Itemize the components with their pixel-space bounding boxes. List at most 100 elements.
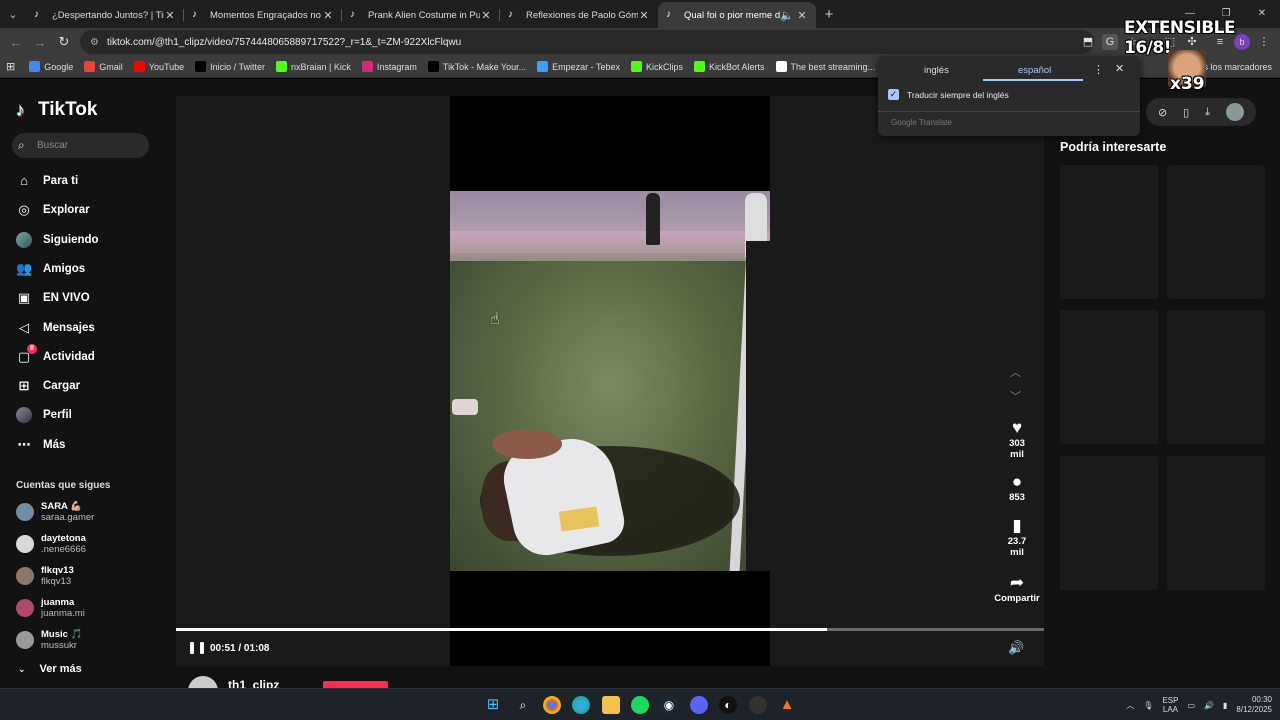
recommended-video[interactable] [1060, 310, 1158, 444]
apps-icon[interactable]: ⊞ [6, 60, 15, 73]
bookmark-item[interactable]: Empezar - Tebex [537, 61, 620, 72]
followed-account[interactable]: SARA 💪🏼 saraa.gamer [16, 501, 94, 523]
video-frame[interactable] [450, 191, 770, 571]
nav-following[interactable]: Siguiendo [16, 229, 99, 251]
nav-live[interactable]: ▣ EN VIVO [16, 287, 90, 309]
obs-icon[interactable] [749, 696, 767, 714]
nav-explore[interactable]: ◎ Explorar [16, 199, 89, 221]
video-player[interactable]: ︿ ﹀ ♥ 303 mil ● 853 ▮ 23.7 mil ➦ Compart… [176, 96, 1044, 666]
all-bookmarks-link[interactable]: los los marcadores [1196, 56, 1272, 78]
lang-source-tab[interactable]: inglés [924, 65, 949, 76]
back-button[interactable]: ← [4, 35, 28, 50]
bookmark-item[interactable]: TikTok - Make Your... [427, 61, 526, 72]
always-translate-option[interactable]: ✓ Traducir siempre del inglés [888, 89, 1009, 100]
download-icon[interactable]: ⤓ [1205, 106, 1210, 119]
edge-icon[interactable] [572, 696, 590, 714]
recommended-video[interactable] [1167, 310, 1265, 444]
app-icon[interactable]: ▲ [778, 696, 796, 714]
search-input[interactable] [37, 140, 137, 151]
windows-start-icon[interactable]: ⊞ [484, 696, 502, 714]
comment-button[interactable]: ● 853 [1002, 472, 1032, 503]
see-more-button[interactable]: ⌄ Ver más [18, 663, 82, 675]
save-button[interactable]: ▮ 23.7 mil [1002, 516, 1032, 558]
translate-icon[interactable]: G [1102, 34, 1118, 50]
author-name[interactable]: th1_clipz [228, 679, 279, 688]
user-avatar[interactable] [1225, 103, 1244, 121]
battery-icon[interactable]: ▮ [1223, 701, 1227, 710]
tiktok-logo[interactable]: ♪ TikTok [16, 99, 97, 121]
bookmark-item[interactable]: Inicio / Twitter [195, 61, 265, 72]
bookmark-item[interactable]: The best streaming... [775, 61, 875, 72]
close-tab-icon[interactable]: ✕ [796, 9, 808, 22]
clock[interactable]: 00:30 8/12/2025 [1236, 695, 1272, 715]
nav-activity[interactable]: ▢ 8 Actividad [16, 344, 95, 368]
followed-account[interactable]: Music 🎵 mussukr [16, 629, 82, 651]
share-button[interactable]: ➦ Compartir [988, 573, 1046, 604]
browser-tab[interactable]: ♪ ¿Despertando Juntos? | TikTok ✕ [26, 2, 184, 28]
phone-icon[interactable]: ▯ [1183, 106, 1189, 119]
nav-profile[interactable]: Perfil [16, 404, 72, 426]
volume-icon[interactable]: 🔊 [1008, 640, 1024, 656]
folder-icon[interactable] [602, 696, 620, 714]
nav-more[interactable]: ⋯ Más [16, 434, 66, 456]
pause-button[interactable] [190, 642, 204, 656]
search-box[interactable]: ⌕ [12, 133, 149, 158]
install-app-icon[interactable]: ⬒ [1080, 34, 1096, 50]
bookmark-item[interactable]: Instagram [361, 61, 417, 72]
recommended-video[interactable] [1060, 165, 1158, 299]
chevron-up-icon[interactable]: ︿ [1126, 700, 1134, 711]
tab-title: Prank Alien Costume in Public a [368, 9, 480, 21]
checkbox-checked-icon[interactable]: ✓ [888, 89, 899, 100]
previous-video-icon[interactable]: ︿ [1010, 364, 1021, 380]
new-tab-button[interactable]: + [816, 6, 842, 23]
steam-icon[interactable]: ◉ [660, 696, 678, 714]
recommended-video[interactable] [1060, 456, 1158, 590]
network-icon[interactable]: ▭ [1187, 701, 1195, 710]
site-info-icon[interactable]: ⚙ [90, 37, 99, 48]
close-tab-icon[interactable]: ✕ [638, 9, 650, 22]
search-icon[interactable]: ⌕ [514, 696, 532, 714]
tab-search-icon[interactable]: ⌄ [0, 0, 26, 28]
followed-account[interactable]: juanma juanma.mi [16, 597, 85, 619]
nav-upload[interactable]: ⊞ Cargar [16, 375, 81, 397]
bookmark-item[interactable]: Google [29, 61, 73, 72]
bookmark-item[interactable]: Gmail [84, 61, 123, 72]
close-tab-icon[interactable]: ✕ [480, 9, 492, 22]
forward-button[interactable]: → [28, 35, 52, 50]
browser-tab[interactable]: ♪ Reflexiones de Paolo Gómez so ✕ [500, 2, 658, 28]
close-tab-icon[interactable]: ✕ [164, 9, 176, 22]
browser-tab[interactable]: ♪ Prank Alien Costume in Public a ✕ [342, 2, 500, 28]
audio-icon[interactable]: 🔈 [780, 9, 794, 22]
next-video-icon[interactable]: ﹀ [1010, 388, 1021, 404]
volume-icon[interactable]: 🔊 [1204, 701, 1214, 710]
followed-account[interactable]: daytetona .nene6666 [16, 533, 86, 555]
follow-button[interactable] [323, 681, 388, 688]
autoplay-icon[interactable]: ⊘ [1158, 106, 1167, 119]
nav-messages[interactable]: ◁ Mensajes [16, 317, 95, 339]
browser-tab-active[interactable]: ♪ Qual foi o pior meme de fu 🔈 ✕ [658, 2, 816, 28]
followed-account[interactable]: flkqv13 flkqv13 [16, 565, 74, 587]
chrome-icon[interactable] [543, 696, 561, 714]
spotify-icon[interactable] [631, 696, 649, 714]
browser-tab[interactable]: ♪ Momentos Engraçados no Fute ✕ [184, 2, 342, 28]
close-icon[interactable]: ✕ [1115, 62, 1124, 75]
discord-icon[interactable] [690, 696, 708, 714]
bookmark-item[interactable]: nxBraian | Kick [276, 61, 351, 72]
github-icon[interactable]: ◐ [719, 696, 737, 714]
reload-button[interactable]: ↻ [52, 34, 76, 50]
recommended-video[interactable] [1167, 456, 1265, 590]
bookmark-item[interactable]: YouTube [133, 61, 184, 72]
progress-bar[interactable] [176, 628, 1044, 631]
lang-target-tab[interactable]: español [1018, 65, 1051, 76]
mic-icon[interactable]: 🎙 [1143, 701, 1153, 710]
nav-friends[interactable]: 👥 Amigos [16, 258, 85, 280]
bookmark-item[interactable]: KickClips [630, 61, 683, 72]
close-tab-icon[interactable]: ✕ [322, 9, 334, 22]
input-language[interactable]: ESP LAA [1162, 696, 1178, 714]
kebab-menu-icon[interactable]: ⋮ [1093, 63, 1104, 76]
recommended-video[interactable] [1167, 165, 1265, 299]
address-bar[interactable]: ⚙ tiktok.com/@th1_clipz/video/7574448065… [80, 30, 1094, 54]
bookmark-item[interactable]: KickBot Alerts [694, 61, 765, 72]
like-button[interactable]: ♥ 303 mil [1002, 418, 1032, 460]
nav-for-you[interactable]: ⌂ Para ti [16, 170, 78, 192]
